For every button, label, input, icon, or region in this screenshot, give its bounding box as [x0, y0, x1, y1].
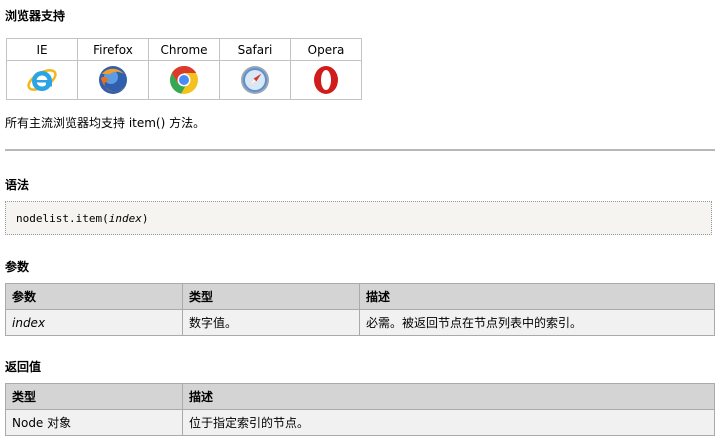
- parameters-heading: 参数: [5, 260, 30, 274]
- browser-name-safari: Safari: [219, 38, 291, 61]
- browser-name-opera: Opera: [290, 38, 362, 61]
- column-header: 类型: [5, 383, 183, 410]
- browser-icon-cell-firefox: [77, 60, 149, 100]
- column-header: 类型: [182, 283, 360, 310]
- safari-icon: [241, 66, 269, 94]
- code-param: index: [108, 212, 142, 225]
- browser-icon-cell-safari: [219, 60, 291, 100]
- browser-name-chrome: Chrome: [148, 38, 220, 61]
- code-prefix: nodelist.item(: [16, 212, 109, 225]
- return-value-table: 类型 描述 Node 对象 位于指定索引的节点。: [5, 383, 715, 436]
- syntax-heading: 语法: [5, 178, 30, 192]
- browser-support-text: 所有主流浏览器均支持 item() 方法。: [5, 116, 206, 130]
- table-header-row: 参数 类型 描述: [5, 283, 715, 310]
- code-suffix: ): [141, 212, 149, 225]
- table-row: index 数字值。 必需。被返回节点在节点列表中的索引。: [5, 309, 715, 336]
- browser-support-table: IE Firefox Chrome Safari Opera: [6, 38, 362, 100]
- section-divider: [5, 149, 715, 151]
- column-header: 参数: [5, 283, 183, 310]
- table-cell: 必需。被返回节点在节点列表中的索引。: [359, 309, 715, 336]
- browser-name-ie: IE: [6, 38, 78, 61]
- parameters-table: 参数 类型 描述 index 数字值。 必需。被返回节点在节点列表中的索引。: [5, 283, 715, 336]
- table-cell: Node 对象: [5, 409, 183, 436]
- syntax-code-box: nodelist.item(index): [5, 201, 712, 235]
- browser-support-heading: 浏览器支持: [5, 9, 66, 23]
- table-cell: 位于指定索引的节点。: [182, 409, 715, 436]
- opera-icon: [314, 66, 338, 94]
- chrome-icon: [170, 66, 198, 94]
- return-value-heading: 返回值: [5, 360, 42, 374]
- firefox-icon: [99, 66, 127, 94]
- table-cell: index: [5, 309, 183, 336]
- table-row: Node 对象 位于指定索引的节点。: [5, 409, 715, 436]
- browser-icon-cell-ie: [6, 60, 78, 100]
- column-header: 描述: [359, 283, 715, 310]
- browser-icon-cell-opera: [290, 60, 362, 100]
- browser-name-firefox: Firefox: [77, 38, 149, 61]
- table-cell: 数字值。: [182, 309, 360, 336]
- browser-icon-cell-chrome: [148, 60, 220, 100]
- table-header-row: 类型 描述: [5, 383, 715, 410]
- column-header: 描述: [182, 383, 715, 410]
- ie-icon: [27, 69, 57, 91]
